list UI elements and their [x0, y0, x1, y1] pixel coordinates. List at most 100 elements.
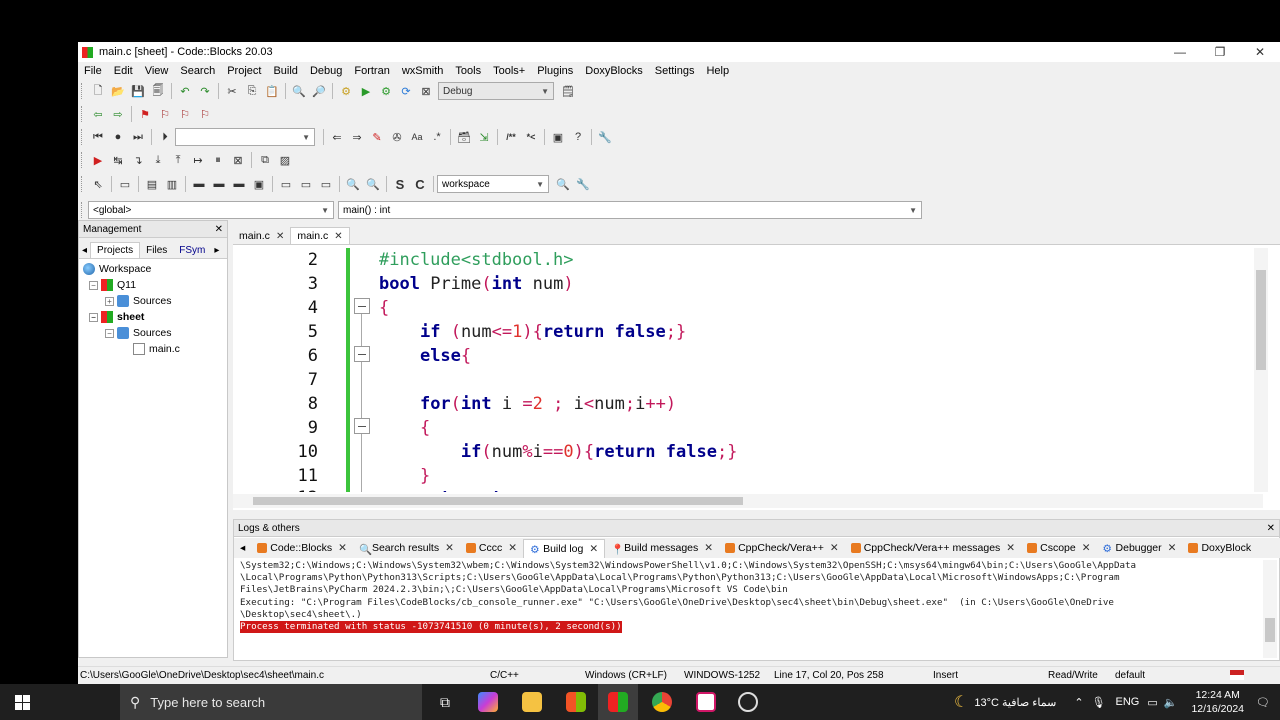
close-tab-icon[interactable]: ✕	[508, 542, 517, 554]
run-to-cursor-icon[interactable]: ↹	[110, 152, 126, 168]
microphone-icon[interactable]: 🎙	[1092, 696, 1106, 709]
zoom-out-icon[interactable]: 🔍	[365, 176, 381, 192]
tool-settings-icon[interactable]: 🔧	[575, 176, 591, 192]
volume-icon[interactable]: 🔈	[1164, 696, 1178, 709]
collapse-icon[interactable]: −	[89, 312, 98, 322]
close-tab-icon[interactable]: ✕	[704, 542, 713, 554]
taskbar-search-box[interactable]: ⚲ Type here to search	[120, 684, 422, 720]
chevron-up-icon[interactable]: ⌃	[1074, 696, 1083, 709]
tree-item-sheet[interactable]: − sheet	[83, 309, 227, 325]
build-gear-icon[interactable]: ⚙	[338, 83, 354, 99]
close-tab-icon[interactable]: ✕	[445, 542, 454, 554]
minimize-button[interactable]: —	[1160, 42, 1200, 62]
close-tab-icon[interactable]: ✕	[334, 231, 342, 242]
menu-tools[interactable]: Tools	[449, 65, 487, 77]
frame-2-icon[interactable]: ▭	[298, 176, 314, 192]
toggle-bookmark-icon[interactable]: ⚑	[137, 106, 153, 122]
match-case-icon[interactable]: Aa	[409, 129, 425, 145]
microsoft-store-icon[interactable]	[556, 684, 596, 720]
build-log-output[interactable]: \System32;C:\Windows;C:\Windows\System32…	[240, 560, 1255, 658]
rebuild-icon[interactable]: ⟳	[398, 83, 414, 99]
log-tab-debugger[interactable]: ⚙ Debugger ✕	[1097, 539, 1183, 557]
menu-view[interactable]: View	[139, 65, 175, 77]
file-explorer-icon[interactable]	[512, 684, 552, 720]
menu-doxyblocks[interactable]: DoxyBlocks	[579, 65, 648, 77]
menu-tools-plus[interactable]: Tools+	[487, 65, 531, 77]
menu-edit[interactable]: Edit	[108, 65, 139, 77]
zoom-search-icon[interactable]: 🔍	[555, 176, 571, 192]
close-tab-icon[interactable]: ✕	[830, 542, 839, 554]
taskbar-clock[interactable]: 12:24 AM 12/16/2024	[1191, 688, 1244, 716]
start-button[interactable]	[0, 684, 44, 720]
editor-tab-main-c-active[interactable]: main.c ✕	[290, 227, 350, 244]
tab-projects[interactable]: Projects	[90, 242, 141, 258]
clear-bookmarks-icon[interactable]: ⚐	[197, 106, 213, 122]
collapse-icon[interactable]: −	[89, 280, 98, 290]
logs-vertical-scrollbar[interactable]	[1263, 560, 1277, 658]
symbol-s-icon[interactable]: S	[392, 176, 408, 192]
scrollbar-thumb[interactable]	[1256, 270, 1266, 370]
menu-search[interactable]: Search	[174, 65, 221, 77]
build-and-run-icon[interactable]: ⚙	[378, 83, 394, 99]
find-next-icon[interactable]: ⇒	[349, 129, 365, 145]
fold-toggle-icon[interactable]	[354, 346, 370, 362]
close-tab-icon[interactable]: ✕	[1168, 542, 1177, 554]
symbol-c-icon[interactable]: C	[412, 176, 428, 192]
close-panel-icon[interactable]: ✕	[215, 224, 223, 235]
close-tab-icon[interactable]: ✕	[338, 542, 347, 554]
menu-build[interactable]: Build	[267, 65, 303, 77]
tree-item-workspace[interactable]: Workspace	[83, 261, 227, 277]
save-all-icon[interactable]: 🗐	[150, 83, 166, 99]
menu-project[interactable]: Project	[221, 65, 267, 77]
frame-3-icon[interactable]: ▭	[318, 176, 334, 192]
log-tab-search-results[interactable]: 🔍 Search results ✕	[353, 539, 460, 557]
task-view-icon[interactable]: ⧉	[425, 684, 465, 720]
tree-item-q11[interactable]: − Q11	[83, 277, 227, 293]
debug-info-icon[interactable]: ▨	[277, 152, 293, 168]
stop-debug-icon[interactable]: ⊠	[230, 152, 246, 168]
layout-6-icon[interactable]: ▣	[251, 176, 267, 192]
log-tab-cccc[interactable]: Cccc ✕	[460, 539, 523, 557]
cut-icon[interactable]: ✂	[224, 83, 240, 99]
close-tab-icon[interactable]: ✕	[1082, 542, 1091, 554]
build-target-dialog-icon[interactable]: 🗒	[560, 83, 576, 99]
tab-fsymbols[interactable]: FSym	[173, 243, 211, 258]
tab-scroll-left-icon[interactable]: ◂	[79, 243, 90, 258]
build-target-select[interactable]: Debug ▼	[438, 82, 554, 100]
scrollbar-thumb[interactable]	[1265, 618, 1275, 642]
editor-vertical-scrollbar[interactable]	[1254, 248, 1268, 492]
next-instruction-icon[interactable]: ↦	[190, 152, 206, 168]
selected-text-icon[interactable]: ✇	[389, 129, 405, 145]
tab-scroll-right-icon[interactable]: ▸	[211, 243, 222, 258]
layout-3-icon[interactable]: ▬	[191, 176, 207, 192]
run-html-icon[interactable]: ▣	[550, 129, 566, 145]
layout-2-icon[interactable]: ▥	[164, 176, 180, 192]
chrome-icon[interactable]	[642, 684, 682, 720]
redo-icon[interactable]: ↷	[197, 83, 213, 99]
copy-icon[interactable]: ⎘	[244, 83, 260, 99]
menu-wxsmith[interactable]: wxSmith	[396, 65, 450, 77]
tree-item-sources[interactable]: + Sources	[83, 293, 227, 309]
search-text-combo[interactable]: ▼	[175, 128, 315, 146]
frame-1-icon[interactable]: ▭	[278, 176, 294, 192]
log-tab-cppcheck-messages[interactable]: CppCheck/Vera++ messages ✕	[845, 539, 1021, 557]
restore-button[interactable]: ❐	[1200, 42, 1240, 62]
close-tab-icon[interactable]: ✕	[1006, 542, 1015, 554]
prev-bookmark-icon[interactable]: ⚐	[157, 106, 173, 122]
layout-1-icon[interactable]: ▤	[144, 176, 160, 192]
close-tab-icon[interactable]: ✕	[589, 543, 598, 555]
record-icon[interactable]: ●	[110, 129, 126, 145]
rect-icon[interactable]: ▭	[117, 176, 133, 192]
menu-debug[interactable]: Debug	[304, 65, 348, 77]
run-chm-icon[interactable]: ?	[570, 129, 586, 145]
myapp-icon[interactable]	[686, 684, 726, 720]
copilot-icon[interactable]	[468, 684, 508, 720]
log-tab-build-log[interactable]: ⚙ Build log ✕	[523, 538, 606, 558]
pointer-icon[interactable]: ⇖	[90, 176, 106, 192]
find-icon[interactable]: 🔍	[291, 83, 307, 99]
scrollbar-thumb[interactable]	[253, 497, 743, 505]
tab-files[interactable]: Files	[140, 243, 173, 258]
menu-help[interactable]: Help	[700, 65, 735, 77]
editor-tab-main-c[interactable]: main.c ✕	[233, 228, 290, 244]
step-into-icon[interactable]: ⤓	[150, 152, 166, 168]
